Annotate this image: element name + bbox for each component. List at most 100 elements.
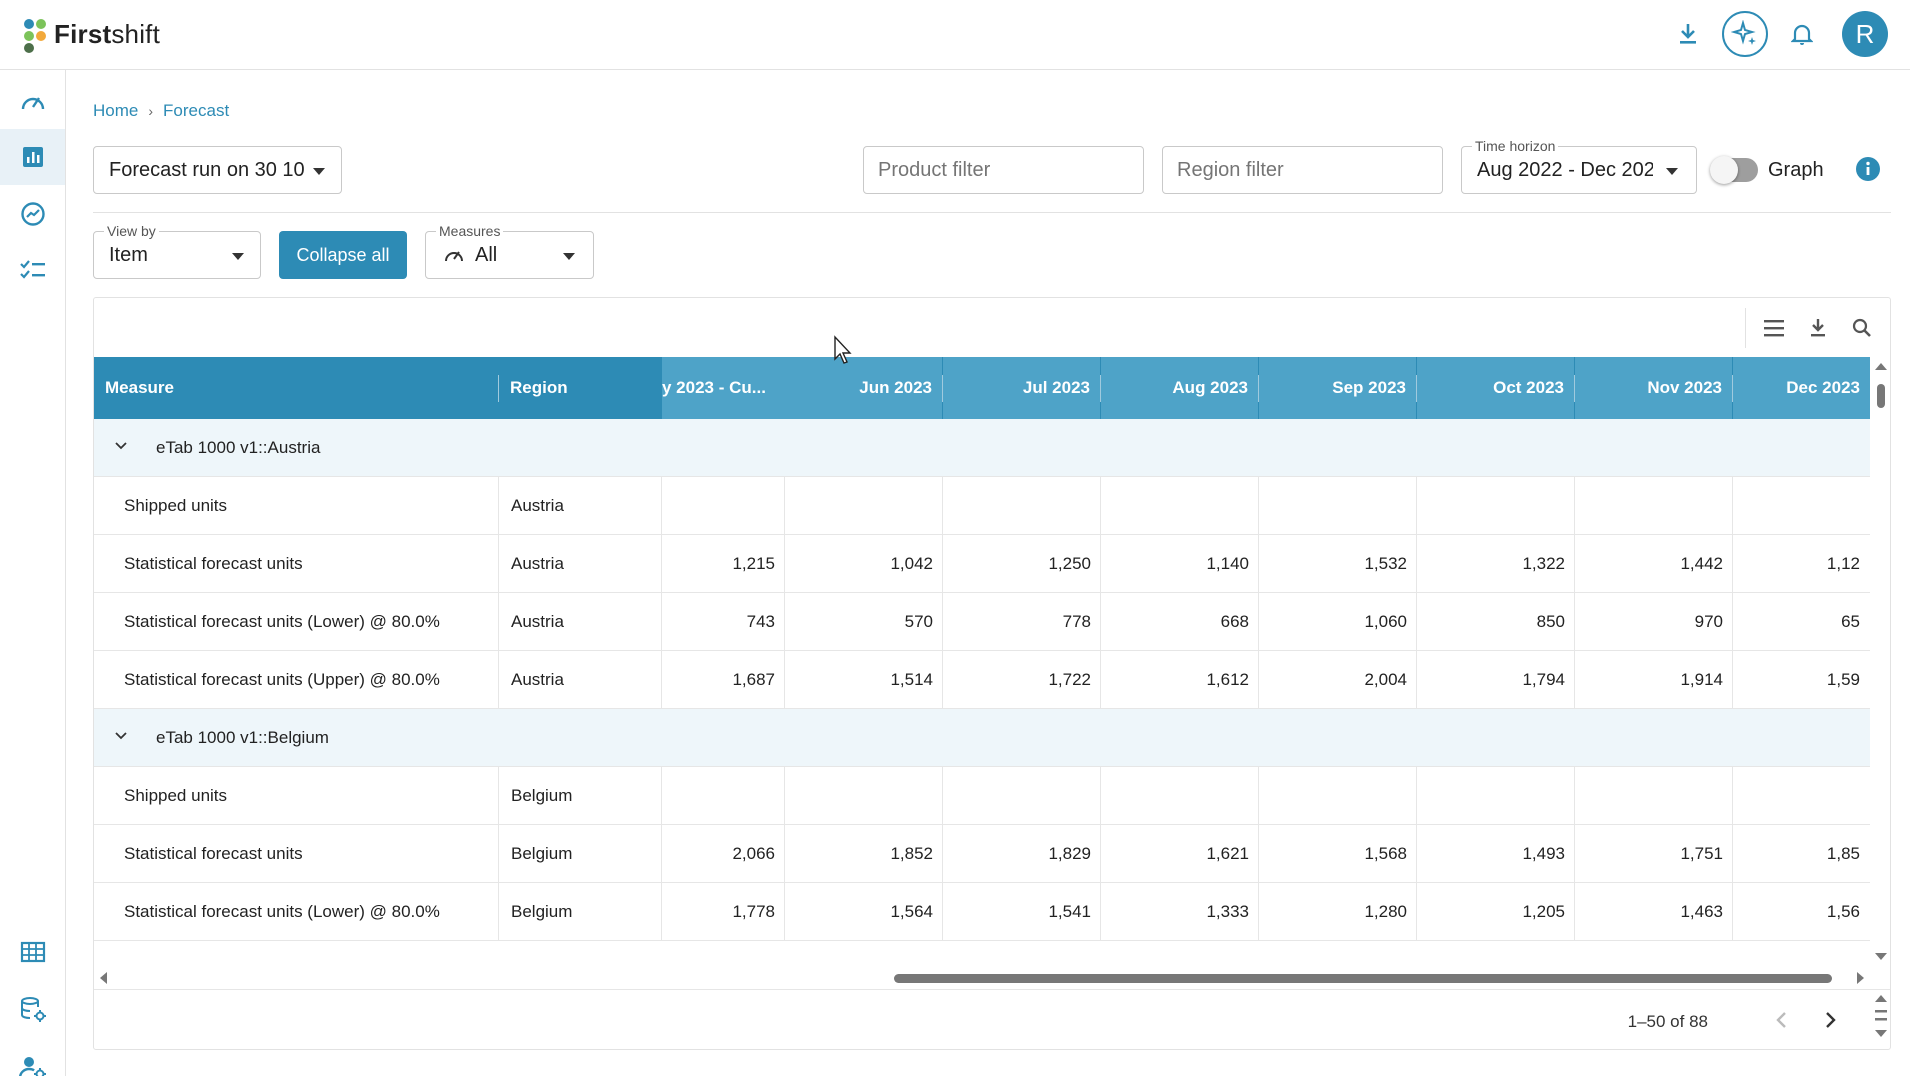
sidebar-item-data-table[interactable] xyxy=(0,924,65,980)
column-header-period[interactable]: y 2023 - Cu... xyxy=(662,357,785,419)
value-cell: 743 xyxy=(746,612,775,631)
collapse-all-button[interactable]: Collapse all xyxy=(279,231,407,279)
horizontal-scrollbar[interactable] xyxy=(94,967,1870,989)
table-header: Measure Region y 2023 - Cu... Jun 2023 J… xyxy=(94,357,1870,419)
bell-icon[interactable] xyxy=(1778,10,1826,58)
chevron-right-icon[interactable] xyxy=(1818,1008,1842,1037)
value-cell: 1,687 xyxy=(732,670,775,689)
sidebar-item-forecast[interactable] xyxy=(0,129,65,185)
sidebar-item-analytics[interactable] xyxy=(0,186,65,242)
value-cell: 778 xyxy=(1062,612,1091,631)
sidebar-item-tasks[interactable] xyxy=(0,242,65,298)
value-cell xyxy=(943,477,1101,535)
product-filter-input[interactable] xyxy=(863,146,1144,194)
forecast-table-panel: Measure Region y 2023 - Cu... Jun 2023 J… xyxy=(93,297,1891,1050)
table-row: Statistical forecast units (Lower) @ 80.… xyxy=(94,593,1870,651)
value-cell: 2,004 xyxy=(1364,670,1407,689)
chevron-down-icon[interactable] xyxy=(114,729,128,748)
sidebar-item-user-settings[interactable] xyxy=(0,1040,65,1076)
column-header-sep-2023[interactable]: Sep 2023 xyxy=(1259,357,1416,419)
column-header-oct-2023[interactable]: Oct 2023 xyxy=(1417,357,1574,419)
chevron-down-icon xyxy=(313,168,325,175)
region-cell: Austria xyxy=(511,612,564,631)
breadcrumb: Home › Forecast xyxy=(93,101,229,121)
value-cell: 1,829 xyxy=(1048,844,1091,863)
column-header-region[interactable]: Region xyxy=(499,357,662,419)
value-cell: 570 xyxy=(904,612,933,631)
table-footer: 1–50 of 88 xyxy=(94,989,1890,1049)
value-cell xyxy=(1575,477,1733,535)
value-cell: 1,532 xyxy=(1364,554,1407,573)
table-row: Statistical forecast units (Lower) @ 80.… xyxy=(94,883,1870,941)
value-cell xyxy=(1417,477,1575,535)
measures-value: All xyxy=(475,243,498,266)
graph-label: Graph xyxy=(1768,159,1824,181)
download-icon[interactable] xyxy=(1664,10,1712,58)
table-row: Shipped units Austria xyxy=(94,477,1870,535)
value-cell xyxy=(1733,477,1870,535)
export-download-icon[interactable] xyxy=(1796,306,1840,350)
group-row[interactable]: eTab 1000 v1::Belgium xyxy=(94,709,1870,767)
chevron-left-icon[interactable] xyxy=(1770,1008,1794,1037)
value-cell: 1,322 xyxy=(1522,554,1565,573)
region-cell: Belgium xyxy=(511,786,573,805)
search-icon[interactable] xyxy=(1840,306,1884,350)
value-cell: 1,914 xyxy=(1680,670,1723,689)
value-cell: 1,205 xyxy=(1522,902,1565,921)
top-bar: Firstshift R xyxy=(0,0,1910,70)
info-icon[interactable] xyxy=(1855,156,1881,187)
logo-icon xyxy=(22,16,50,53)
value-cell: 1,852 xyxy=(890,844,933,863)
ai-sparkle-icon[interactable] xyxy=(1722,11,1768,57)
time-horizon-select[interactable]: Time horizon Aug 2022 - Dec 2023 xyxy=(1461,138,1697,194)
database-gear-icon xyxy=(20,997,46,1022)
region-filter-input[interactable] xyxy=(1162,146,1443,194)
region-cell: Austria xyxy=(511,496,564,515)
table-grid-icon xyxy=(20,941,45,963)
column-header-aug-2023[interactable]: Aug 2023 xyxy=(1101,357,1258,419)
value-cell: 1,568 xyxy=(1364,844,1407,863)
view-by-select[interactable]: View by Item xyxy=(93,223,261,279)
checklist-icon xyxy=(19,260,45,279)
value-cell: 1,463 xyxy=(1680,902,1723,921)
measure-cell: Statistical forecast units xyxy=(124,554,303,573)
column-header-jul-2023[interactable]: Jul 2023 xyxy=(943,357,1100,419)
breadcrumb-forecast[interactable]: Forecast xyxy=(163,101,229,121)
value-cell: 850 xyxy=(1536,612,1565,631)
value-cell: 1,140 xyxy=(1206,554,1249,573)
value-cell: 668 xyxy=(1220,612,1249,631)
table-row: Statistical forecast units Austria 1,215 1,… xyxy=(94,535,1870,593)
value-cell: 1,794 xyxy=(1522,670,1565,689)
value-cell: 1,250 xyxy=(1048,554,1091,573)
sidebar-item-dashboard[interactable] xyxy=(0,73,65,129)
forecast-run-select[interactable]: Forecast run on 30 10 xyxy=(93,146,342,194)
measures-select[interactable]: Measures All xyxy=(425,223,594,279)
menu-icon[interactable] xyxy=(1752,306,1796,350)
value-cell: 1,85 xyxy=(1826,844,1860,863)
column-header-nov-2023[interactable]: Nov 2023 xyxy=(1575,357,1732,419)
value-cell xyxy=(1101,767,1259,825)
breadcrumb-separator: › xyxy=(148,103,154,119)
value-cell: 1,612 xyxy=(1206,670,1249,689)
vertical-scrollbar[interactable] xyxy=(1870,357,1890,967)
sidebar-item-data-settings[interactable] xyxy=(0,982,65,1038)
group-row[interactable]: eTab 1000 v1::Austria xyxy=(94,419,1870,477)
measure-cell: Statistical forecast units (Upper) @ 80.… xyxy=(124,670,440,689)
value-cell: 1,778 xyxy=(732,902,775,921)
column-header-jun-2023[interactable]: Jun 2023 xyxy=(785,357,942,419)
user-avatar[interactable]: R xyxy=(1842,11,1888,57)
value-cell: 2,066 xyxy=(732,844,775,863)
value-cell: 1,751 xyxy=(1680,844,1723,863)
measure-cell: Shipped units xyxy=(124,786,228,805)
graph-toggle[interactable] xyxy=(1710,156,1758,184)
value-cell: 1,280 xyxy=(1364,902,1407,921)
column-header-dec-2023[interactable]: Dec 2023 xyxy=(1733,357,1870,419)
chevron-down-icon[interactable] xyxy=(114,439,128,458)
footer-scroll-icon[interactable] xyxy=(1870,990,1890,1049)
gauge-icon xyxy=(21,97,44,110)
breadcrumb-home[interactable]: Home xyxy=(93,101,138,121)
chevron-down-icon xyxy=(563,253,575,260)
logo[interactable]: Firstshift xyxy=(22,14,160,54)
bar-chart-icon xyxy=(22,147,43,167)
column-header-measure[interactable]: Measure xyxy=(94,357,498,419)
